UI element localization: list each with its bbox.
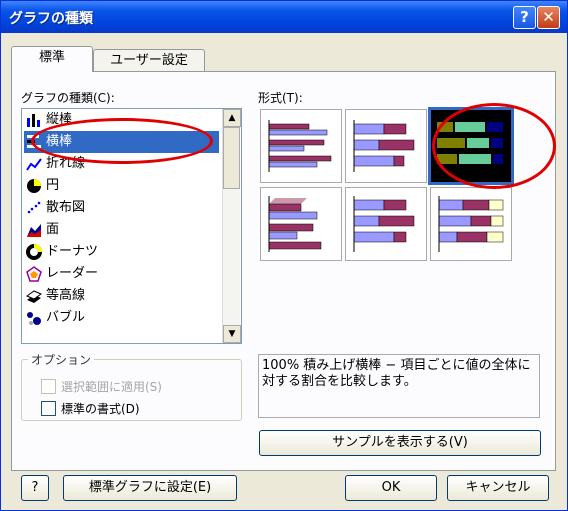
window-title: グラフの種類 — [9, 11, 93, 27]
close-button[interactable]: ✕ — [537, 6, 560, 29]
subtype-stacked-bar[interactable] — [345, 109, 427, 183]
subtype-description: 100% 積み上げ横棒 − 項目ごとに値の全体に対する割合を比較します。 — [258, 354, 540, 418]
highlight-circle — [31, 118, 213, 164]
subtype-3d-100-stacked-bar[interactable] — [430, 187, 512, 261]
ok-button[interactable]: OK — [345, 475, 437, 501]
list-item[interactable]: バブル — [24, 307, 219, 329]
pie-chart-icon — [26, 178, 42, 194]
radar-chart-icon — [26, 266, 42, 282]
default-format-label[interactable]: 標準の書式(D) — [61, 400, 140, 417]
title-bar: グラフの種類 ? ✕ — [1, 1, 567, 33]
subtype-3d-clustered-bar[interactable] — [260, 187, 342, 261]
default-format-checkbox[interactable] — [41, 401, 56, 416]
subtype-3d-stacked-bar[interactable] — [345, 187, 427, 261]
column-chart-icon — [26, 112, 42, 128]
line-chart-icon — [26, 156, 42, 172]
scroll-thumb[interactable] — [223, 127, 240, 189]
tab-standard[interactable]: 標準 — [11, 46, 93, 72]
list-item[interactable]: 等高線 — [24, 285, 219, 307]
chart-type-label: グラフの種類(C): — [21, 91, 115, 105]
surface-chart-icon — [25, 288, 43, 304]
scroll-down-icon[interactable]: ▼ — [223, 325, 241, 343]
list-scrollbar[interactable]: ▲ ▼ — [222, 109, 241, 343]
apply-selection-label: 選択範囲に適用(S) — [61, 380, 162, 394]
list-item[interactable]: レーダー — [24, 263, 219, 285]
chart-type-dialog: グラフの種類 ? ✕ 標準 ユーザー設定 グラフの種類(C): 縦棒 横棒 折れ… — [0, 0, 568, 511]
doughnut-chart-icon — [26, 244, 42, 260]
area-chart-icon — [26, 222, 42, 238]
help-button[interactable]: ? — [513, 6, 536, 29]
bubble-chart-icon — [26, 310, 42, 326]
subtype-clustered-bar[interactable] — [260, 109, 342, 183]
preview-sample-button[interactable]: サンプルを表示する(V) — [259, 430, 541, 456]
office-assistant-help-button[interactable]: ? — [21, 475, 49, 501]
scroll-up-icon[interactable]: ▲ — [223, 109, 241, 127]
apply-selection-checkbox — [41, 379, 56, 394]
scatter-chart-icon — [26, 200, 42, 216]
list-item[interactable]: 散布図 — [24, 197, 219, 219]
highlight-circle — [432, 103, 556, 189]
set-default-chart-button[interactable]: 標準グラフに設定(E) — [63, 475, 237, 501]
tab-custom[interactable]: ユーザー設定 — [93, 49, 205, 72]
help-icon: ? — [31, 480, 39, 495]
cancel-button[interactable]: キャンセル — [447, 475, 549, 501]
list-item[interactable]: 面 — [24, 219, 219, 241]
list-item[interactable]: ドーナツ — [24, 241, 219, 263]
list-item[interactable]: 円 — [24, 175, 219, 197]
subtype-label: 形式(T): — [258, 91, 303, 105]
options-label: オプション — [28, 351, 95, 368]
